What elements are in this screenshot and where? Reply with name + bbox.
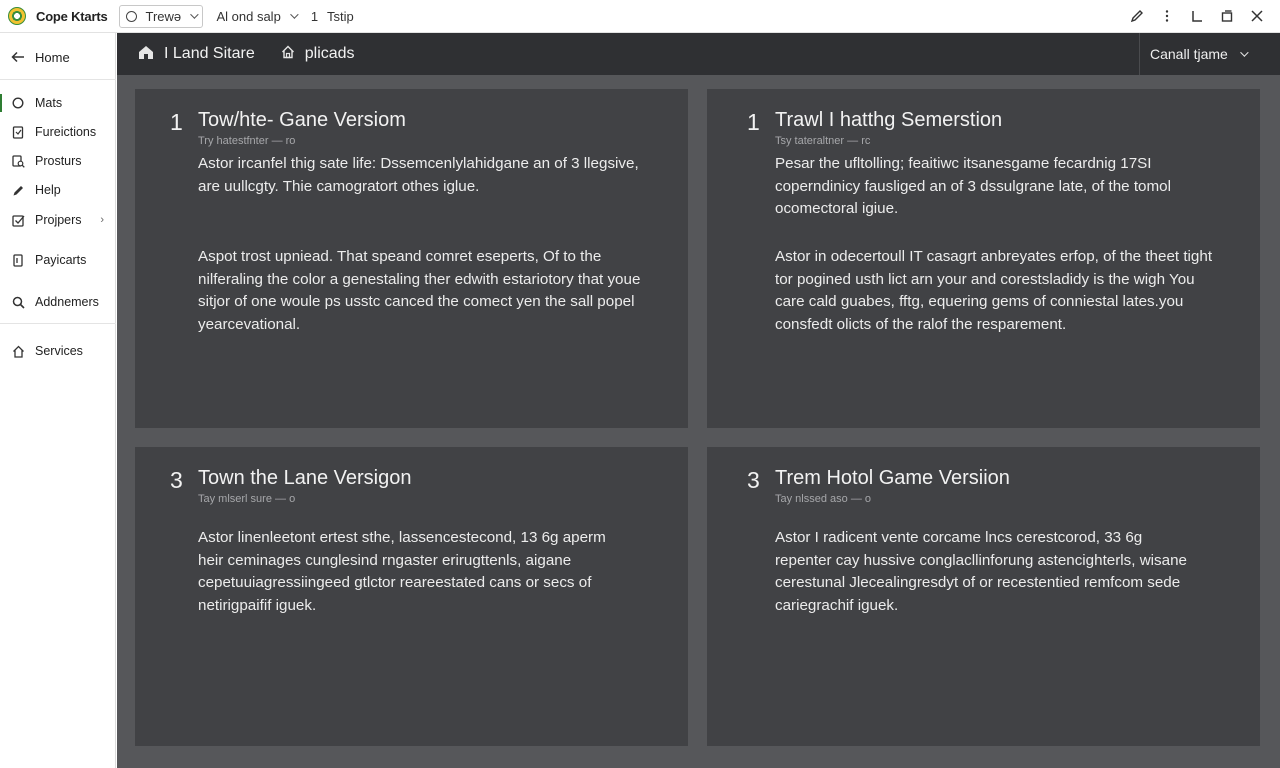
main-content: I Land Sitare plicads Canall tjame 1 Tow… [117,33,1280,768]
more-vertical-icon[interactable] [1160,9,1174,23]
sidebar-item-label: Home [35,49,70,65]
sidebar-item-addnemers[interactable]: Addnemers [0,290,116,314]
card[interactable]: 3 Town the Lane Versigon Tay mlserl sure… [135,447,688,746]
app-title: Cope Ktarts [36,8,108,24]
sidebar-item-services[interactable]: Services [0,339,116,363]
home-icon [138,44,154,64]
sidebar-item-label: Prosturs [35,154,82,168]
sidebar-item-label: Addnemers [35,295,99,309]
card-paragraph: Astor ircanfel thig sate life: Dssemcenl… [198,155,639,195]
circle-icon [126,10,138,22]
card-title: Trem Hotol Game Versiion [775,467,1010,489]
sidebar-item-home[interactable]: Home [0,45,116,69]
step-label: Tstip [327,8,354,24]
card-number: 3 [170,467,183,493]
card-number: 3 [747,467,760,493]
card-paragraph: Astor I radicent vente corcame lncs cere… [775,529,1187,614]
header-select-dropdown[interactable]: Canall tjame [1139,33,1280,75]
breadcrumb-land-sitare[interactable]: I Land Sitare [138,44,255,64]
card-number: 1 [747,109,760,135]
arrow-left-icon [11,51,25,63]
step-number: 1 [310,8,319,24]
card-subtitle: Try hatestfnter — ro [198,135,296,147]
sidebar-item-help[interactable]: Help [0,178,116,202]
file-icon [11,253,25,267]
main-header: I Land Sitare plicads Canall tjame [117,33,1280,75]
sidebar-item-label: Services [35,344,83,358]
document-icon [11,125,25,139]
top-select-dropdown[interactable]: Trewə [119,4,204,28]
home-icon [11,345,25,358]
sidebar-item-label: Fureictions [35,125,97,139]
header-select-value: Canall tjame [1150,46,1228,62]
pencil-icon [11,184,25,197]
divider [0,79,116,80]
circle-icon [11,97,25,109]
chevron-down-icon [289,10,299,19]
menu-dropdown-label: Al ond salp [216,8,281,24]
sidebar-item-payicarts[interactable]: Payicarts [0,248,116,272]
breadcrumb-plicads[interactable]: plicads [281,45,355,63]
top-select-value: Trewə [145,8,182,24]
chevron-down-icon [190,10,200,19]
app-logo-icon [8,7,26,25]
sidebar-item-fureictions[interactable]: Fureictions [0,120,116,144]
breadcrumb-label: plicads [304,45,355,62]
card-paragraph: Astor in odecertoull IT casagrt anbreyat… [775,248,1213,333]
divider [0,323,116,324]
card[interactable]: 1 Tow/hte- Gane Versiom Try hatestfnter … [135,89,688,428]
sidebar-item-label: Payicarts [35,253,87,267]
copy-icon[interactable] [1220,9,1234,23]
close-icon[interactable] [1250,9,1264,23]
card-title: Tow/hte- Gane Versiom [198,109,406,131]
chevron-down-icon [1239,48,1249,57]
card-number: 1 [170,109,183,135]
sidebar: Home Mats Fureictions Prosturs Help Proj… [0,33,116,768]
card-title: Trawl I hatthg Semerstion [775,109,1003,131]
chevron-right-icon: › [100,214,104,226]
card-subtitle: Tsy tateraltner — rc [775,135,871,147]
card-title: Town the Lane Versigon [198,467,412,489]
card-paragraph: Pesar the ufltolling; feaitiwc itsanesga… [775,155,1171,217]
checkbox-icon [11,214,25,227]
card-paragraph: Aspot trost upniead. That speand comret … [198,248,641,333]
breadcrumb-label: I Land Sitare [164,45,255,62]
sidebar-item-prosturs[interactable]: Prosturs [0,149,116,173]
corner-icon[interactable] [1190,9,1204,23]
card-subtitle: Tay mlserl sure — o [198,493,296,505]
sidebar-item-label: Projpers [35,213,82,227]
card-paragraph: Astor linenleetont ertest sthe, lassence… [198,529,606,614]
sidebar-item-mats[interactable]: Mats [0,91,116,115]
step-menu[interactable]: 1 Tstip [311,9,354,24]
home-outline-icon [281,45,295,63]
search-doc-icon [11,154,25,168]
sidebar-item-projpers[interactable]: Projpers › [0,208,116,232]
card[interactable]: 3 Trem Hotol Game Versiion Tay nlssed as… [707,447,1260,746]
edit-icon[interactable] [1130,9,1144,23]
title-bar: Cope Ktarts Trewə Al ond salp 1 Tstip [0,0,1280,33]
window-actions [1130,9,1264,23]
sidebar-item-label: Mats [35,96,63,110]
sidebar-item-label: Help [35,183,61,197]
card-subtitle: Tay nlssed aso — o [775,493,871,505]
menu-dropdown[interactable]: Al ond salp [216,8,299,24]
search-icon [11,296,25,309]
card[interactable]: 1 Trawl I hatthg Semerstion Tsy tateralt… [707,89,1260,428]
